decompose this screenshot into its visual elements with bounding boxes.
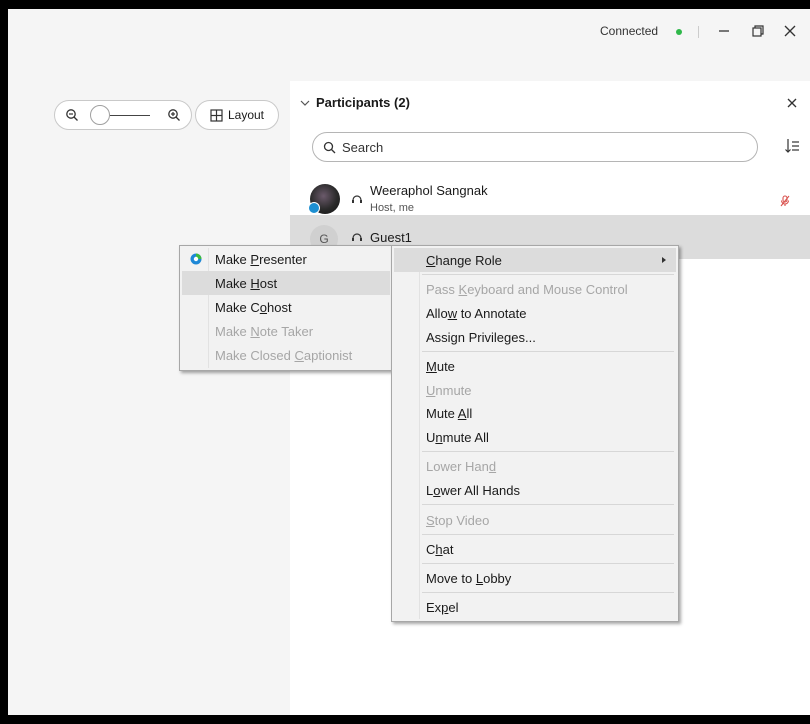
menu-item-allow-to-annotate[interactable]: Allow to Annotate [394,301,676,325]
chevron-down-icon [300,100,310,106]
close-icon [784,25,796,37]
minimize-button[interactable] [712,19,736,43]
connection-status-dot [676,29,682,35]
connection-status: Connected [600,24,659,38]
zoom-in-button[interactable] [167,108,181,125]
zoom-control [54,100,192,130]
close-panel-button[interactable] [787,95,797,111]
menu-item-unmute: Unmute [426,382,472,398]
menu-item-expel[interactable]: Expel [394,595,676,619]
presenter-ball-icon [190,253,202,265]
menu-item-mute-all[interactable]: Mute All [394,401,676,425]
minimize-icon [719,30,729,32]
menu-item-make-cohost[interactable]: Make Cohost [182,295,390,319]
menu-item-lower-hand: Lower Hand [426,458,497,474]
zoom-slider-knob[interactable] [90,105,110,125]
restore-button[interactable] [746,19,770,43]
title-bar: Connected [8,9,810,54]
layout-button-label: Layout [227,108,265,122]
participant-name: Weeraphol Sangnak [370,183,488,198]
menu-item-assign-privileges[interactable]: Assign Privileges... [394,325,676,349]
menu-separator [422,274,674,275]
grid-icon [210,108,223,122]
participant-role: Host, me [370,202,415,214]
menu-separator [422,451,674,452]
restore-icon [752,25,764,37]
participants-header[interactable]: Participants (2) [300,95,410,110]
menu-item-mute[interactable]: Mute [394,354,676,378]
menu-item-move-to-lobby[interactable]: Move to Lobby [394,566,676,590]
zoom-in-icon [168,109,180,121]
avatar [308,184,340,214]
zoom-slider-track[interactable] [110,115,150,116]
menu-item-make-closed-captionist: Make Closed Captionist [215,347,353,363]
menu-item-stop-video: Stop Video [426,512,490,528]
zoom-out-button[interactable] [65,108,79,125]
audio-headset-icon [352,195,362,203]
menu-item-pass-keyboard-mouse-control: Pass Keyboard and Mouse Control [426,281,628,297]
muted-mic-icon[interactable] [780,195,790,207]
presenter-badge-icon [308,202,320,214]
menu-item-lower-all-hands[interactable]: Lower All Hands [394,478,676,502]
search-input[interactable]: Search [312,132,758,162]
participant-row[interactable]: Weeraphol Sangnak Host, me [290,173,810,219]
menu-item-make-note-taker: Make Note Taker [215,323,314,339]
participants-title: Participants (2) [316,95,410,110]
menu-item-make-host[interactable]: Make Host [182,271,390,295]
sort-icon [785,139,799,153]
menu-separator [422,504,674,505]
submenu-arrow-icon [662,257,666,263]
menu-separator [422,351,674,352]
zoom-out-icon [66,109,78,121]
menu-item-chat[interactable]: Chat [394,537,676,561]
menu-item-make-presenter[interactable]: Make Presenter [182,247,390,271]
menu-item-unmute-all[interactable]: Unmute All [394,425,676,449]
layout-button[interactable]: Layout [195,100,279,130]
menu-separator [422,592,674,593]
close-icon [787,98,797,108]
audio-headset-icon [352,233,362,241]
participant-name: Guest1 [370,230,412,245]
search-icon [323,141,336,153]
change-role-submenu: Make Presenter Make Host Make Cohost Mak… [179,245,393,371]
menu-item-change-role[interactable]: Change Role [394,248,676,272]
sort-button[interactable] [784,138,800,157]
search-placeholder: Search [342,139,384,155]
menu-separator [422,534,674,535]
menu-separator [422,563,674,564]
close-button[interactable] [778,19,802,43]
participant-context-menu: Change Role Pass Keyboard and Mouse Cont… [391,245,679,622]
titlebar-divider [698,26,699,38]
